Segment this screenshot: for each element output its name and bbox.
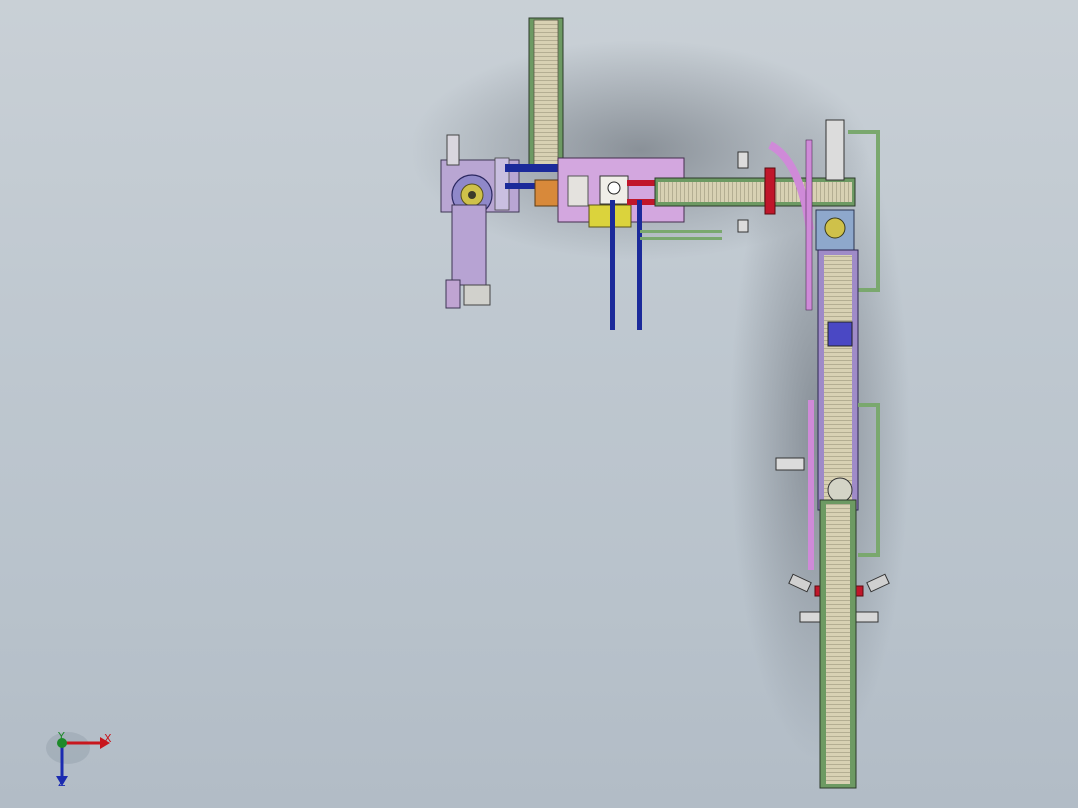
conveyor-assembly-model[interactable] [0, 0, 1078, 808]
axis-y-label: Y [58, 730, 65, 743]
infeed-conveyor-top [528, 17, 564, 169]
axis-x-label: X [104, 732, 112, 745]
axis-triad: X Y Z [40, 728, 120, 798]
axis-z-label: Z [58, 776, 66, 789]
cad-viewport[interactable]: X Y Z [0, 0, 1078, 808]
